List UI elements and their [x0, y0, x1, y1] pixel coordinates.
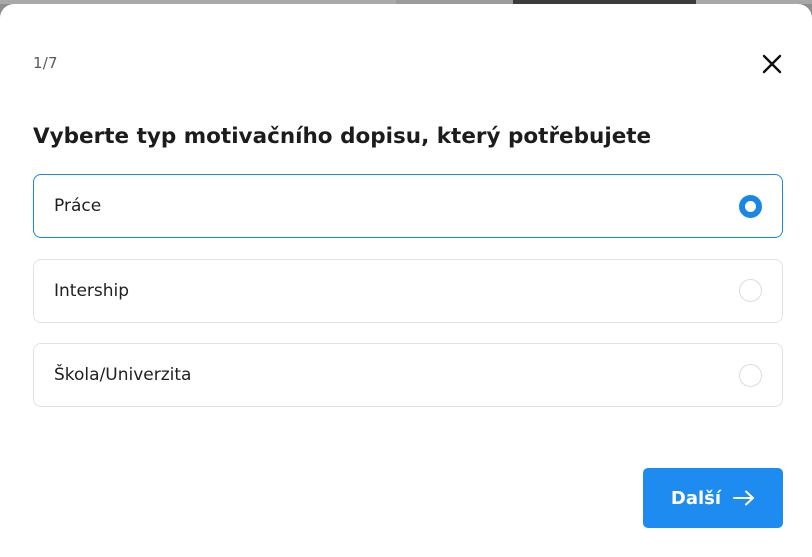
- dialog-title: Vyberte typ motivačního dopisu, který po…: [33, 124, 652, 149]
- option-list: Práce Intership Škola/Univerzita: [33, 174, 783, 428]
- option-intership[interactable]: Intership: [33, 258, 783, 323]
- next-button-label: Další: [670, 487, 722, 509]
- radio-button[interactable]: [739, 194, 762, 218]
- next-button[interactable]: Další: [643, 468, 783, 528]
- option-prace[interactable]: Práce: [33, 174, 783, 238]
- option-skola-univerzita[interactable]: Škola/Univerzita: [33, 343, 783, 407]
- close-icon: [762, 54, 782, 74]
- radio-button[interactable]: [739, 279, 762, 302]
- arrow-right-icon: [733, 490, 755, 506]
- step-counter: 1/7: [33, 54, 58, 72]
- radio-button[interactable]: [739, 363, 762, 387]
- close-button[interactable]: [758, 50, 786, 78]
- option-label: Intership: [54, 280, 130, 301]
- option-label: Práce: [54, 196, 102, 216]
- option-label: Škola/Univerzita: [54, 365, 192, 385]
- cover-letter-type-dialog: 1/7 Vyberte typ motivačního dopisu, kter…: [0, 4, 812, 557]
